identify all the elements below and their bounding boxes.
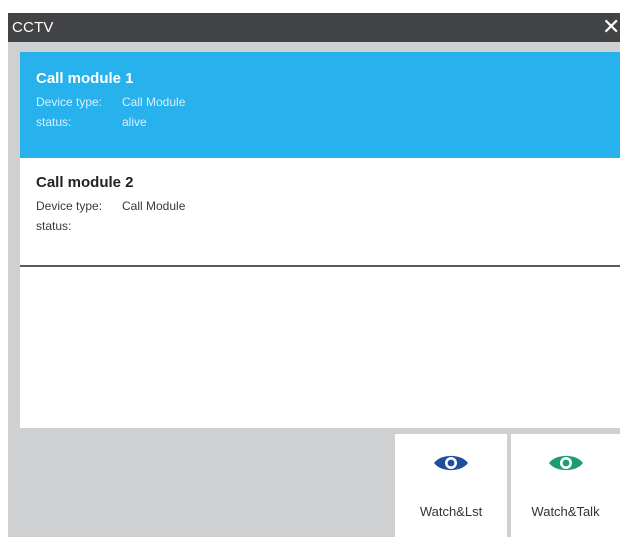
status-label: status: [36,219,72,233]
device-type-value: Call Module [122,95,186,109]
device-type-row: Device type: Call Module [36,199,185,213]
eye-icon [434,455,468,471]
list-item-call-module-2[interactable]: Call module 2 Device type: Call Module s… [20,158,620,267]
status-label: status: [36,115,72,129]
status-value: alive [122,115,147,129]
device-name: Call module 1 [36,70,134,87]
status-row: status: [36,219,71,233]
device-list: Call module 1 Device type: Call Module s… [20,52,620,428]
watch-listen-label: Watch&Lst [419,504,483,519]
device-type-label: Device type: [36,95,103,109]
status-row: status: alive [36,115,147,129]
watch-talk-button[interactable]: Watch&Talk [511,434,620,537]
list-item-call-module-1[interactable]: Call module 1 Device type: Call Module s… [20,52,620,158]
watch-talk-label: Watch&Talk [531,504,600,519]
eye-icon [548,455,583,471]
device-name: Call module 2 [36,174,134,191]
watch-listen-button[interactable]: Watch&Lst [395,434,507,537]
title-bar: CCTV ✕ [8,13,620,42]
window-title: CCTV [12,19,54,36]
device-type-row: Device type: Call Module [36,95,185,109]
device-type-label: Device type: [36,199,103,213]
close-icon[interactable]: ✕ [602,15,620,39]
cctv-window: CCTV ✕ Call module 1 Device type: Call M… [8,13,620,537]
device-type-value: Call Module [122,199,186,213]
